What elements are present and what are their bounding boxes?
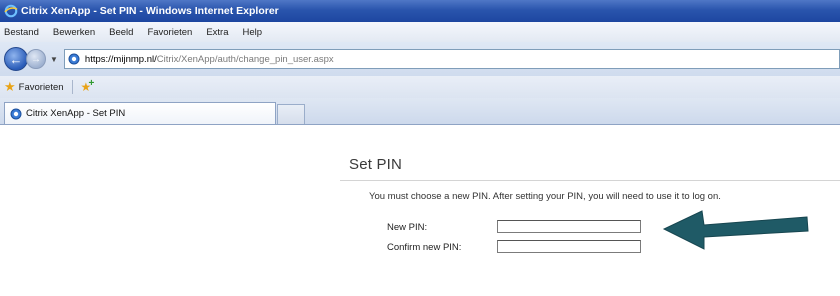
page-content: Set PIN You must choose a new PIN. After… bbox=[0, 125, 840, 296]
address-host: https://mijnmp.nl/ bbox=[84, 53, 157, 65]
menu-item-bestand[interactable]: Bestand bbox=[0, 27, 46, 38]
address-bar[interactable]: https://mijnmp.nl/Citrix/XenApp/auth/cha… bbox=[63, 49, 840, 69]
menu-item-bewerken[interactable]: Bewerken bbox=[46, 27, 102, 38]
tab-label: Citrix XenApp - Set PIN bbox=[26, 108, 126, 119]
window-title-bar: Citrix XenApp - Set PIN - Windows Intern… bbox=[0, 0, 840, 22]
new-pin-label: New PIN: bbox=[387, 222, 428, 233]
tab-strip: Citrix XenApp - Set PIN bbox=[0, 98, 840, 125]
menu-item-help[interactable]: Help bbox=[236, 27, 270, 38]
globe-icon bbox=[68, 53, 80, 65]
menu-bar: Bestand Bewerken Beeld Favorieten Extra … bbox=[0, 22, 840, 42]
history-dropdown-icon[interactable]: ▼ bbox=[50, 55, 58, 64]
confirm-pin-input[interactable] bbox=[497, 240, 641, 253]
title-divider bbox=[340, 180, 840, 181]
back-arrow-icon: ← bbox=[9, 51, 23, 67]
pointer-arrow-icon bbox=[662, 210, 809, 250]
favorites-star-icon: ★ bbox=[4, 79, 16, 94]
favorites-button[interactable]: Favorieten bbox=[19, 82, 64, 93]
menu-item-beeld[interactable]: Beeld bbox=[102, 27, 140, 38]
globe-icon bbox=[10, 108, 22, 119]
menu-item-favorieten[interactable]: Favorieten bbox=[140, 27, 199, 38]
window-title: Citrix XenApp - Set PIN - Windows Intern… bbox=[21, 5, 279, 17]
new-tab-button[interactable] bbox=[277, 104, 305, 124]
forward-arrow-icon: → bbox=[31, 53, 41, 65]
new-pin-input[interactable] bbox=[497, 220, 641, 233]
menu-item-extra[interactable]: Extra bbox=[199, 27, 235, 38]
address-path: Citrix/XenApp/auth/change_pin_user.aspx bbox=[156, 53, 334, 65]
add-favorite-icon[interactable]: ★ + bbox=[81, 78, 95, 94]
favorites-bar: ★ Favorieten ★ + bbox=[0, 76, 840, 98]
back-button[interactable]: ← bbox=[4, 47, 28, 71]
instruction-text: You must choose a new PIN. After setting… bbox=[369, 191, 721, 202]
ie-icon bbox=[4, 4, 18, 18]
tab-set-pin[interactable]: Citrix XenApp - Set PIN bbox=[4, 102, 276, 124]
forward-button[interactable]: → bbox=[26, 49, 46, 69]
address-toolbar: ← → ▼ https://mijnmp.nl/Citrix/XenApp/au… bbox=[0, 42, 840, 76]
favorites-separator bbox=[71, 80, 73, 94]
confirm-pin-label: Confirm new PIN: bbox=[387, 242, 462, 253]
page-title: Set PIN bbox=[349, 156, 403, 173]
